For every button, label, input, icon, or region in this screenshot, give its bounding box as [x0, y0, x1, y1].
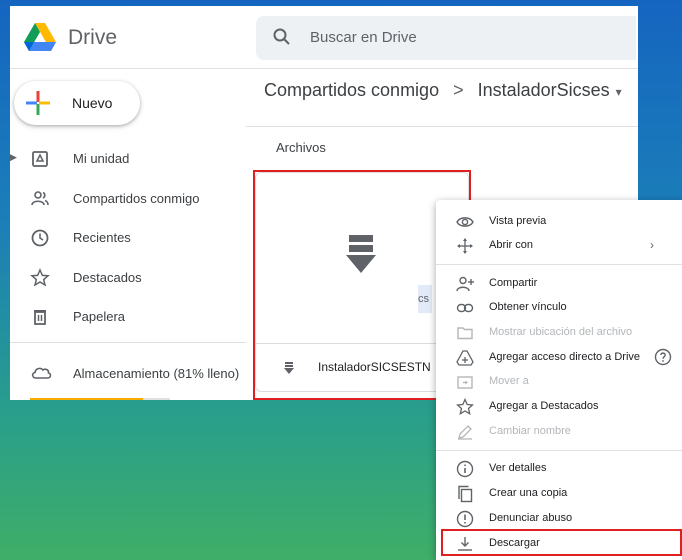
menu-item-copy[interactable]: Crear una copia: [436, 482, 682, 506]
sidebar-item-label: Recientes: [73, 230, 131, 245]
storage-progress-fill: [30, 398, 144, 400]
menu-item-open-with[interactable]: Abrir con ›: [436, 234, 682, 258]
drive-logo-icon[interactable]: [24, 23, 56, 51]
chevron-down-icon[interactable]: ▾: [616, 85, 622, 99]
help-icon[interactable]: [654, 348, 672, 366]
menu-item-label: Obtener vínculo: [489, 301, 567, 313]
plus-icon: [26, 91, 50, 115]
add-shortcut-icon: [456, 350, 474, 366]
menu-item-label: Agregar a Destacados: [489, 400, 599, 412]
sidebar-item-trash[interactable]: Papelera: [10, 297, 246, 337]
menu-item-label: Compartir: [489, 277, 538, 289]
expand-caret-icon[interactable]: ▶: [10, 152, 17, 163]
menu-item-show-location: Mostrar ubicación del archivo: [436, 321, 682, 345]
menu-item-preview[interactable]: Vista previa: [436, 210, 682, 234]
move-arrows-icon: [457, 238, 473, 254]
trash-icon: [34, 310, 46, 325]
sidebar-item-shared[interactable]: Compartidos conmigo: [10, 179, 246, 219]
menu-item-label: Cambiar nombre: [489, 425, 571, 437]
menu-item-add-shortcut[interactable]: Agregar acceso directo a Drive: [436, 346, 682, 370]
link-icon: [456, 303, 474, 313]
sidebar-item-recent[interactable]: Recientes: [10, 218, 246, 258]
sidebar-item-storage[interactable]: Almacenamiento (81% lleno): [10, 358, 246, 388]
menu-item-move-to: Mover a: [436, 370, 682, 394]
new-button[interactable]: Nuevo: [14, 81, 140, 125]
download-highlight-box: [441, 529, 682, 556]
move-to-icon: [457, 376, 473, 389]
menu-divider: [436, 450, 682, 451]
section-title: Archivos: [276, 140, 326, 155]
chevron-right-icon: ›: [650, 238, 654, 252]
storage-progress-bar: [30, 398, 170, 400]
star-icon: [30, 267, 50, 287]
top-bar: Drive Buscar en Drive: [10, 6, 638, 69]
sidebar-item-label: Mi unidad: [73, 151, 130, 166]
menu-item-label: Crear una copia: [489, 487, 568, 499]
menu-item-add-starred[interactable]: Agregar a Destacados: [436, 395, 682, 419]
menu-item-details[interactable]: Ver detalles: [436, 457, 682, 481]
clock-icon: [31, 229, 49, 247]
menu-item-label: Mostrar ubicación del archivo: [489, 326, 633, 338]
header-divider: [246, 126, 638, 127]
menu-item-label: Mover a: [489, 375, 529, 387]
shared-icon: [31, 190, 49, 205]
pencil-icon: [458, 425, 472, 440]
breadcrumb: Compartidos conmigo > InstaladorSicses ▾: [264, 80, 622, 101]
menu-item-rename: Cambiar nombre: [436, 420, 682, 444]
context-menu: Vista previa Abrir con › Compartir Obten…: [436, 200, 682, 560]
eye-icon: [456, 217, 474, 227]
menu-item-label: Abrir con: [489, 239, 534, 251]
breadcrumb-current[interactable]: InstaladorSicses: [478, 80, 610, 100]
info-icon: [456, 460, 474, 478]
storage-label: Almacenamiento (81% lleno): [73, 366, 240, 381]
new-button-label: Nuevo: [72, 95, 113, 111]
sidebar-divider: [10, 342, 246, 343]
breadcrumb-separator: >: [453, 80, 464, 100]
search-bar[interactable]: Buscar en Drive: [256, 16, 636, 60]
my-drive-icon: [32, 151, 48, 167]
sidebar-item-label: Papelera: [73, 309, 126, 324]
menu-item-report-abuse[interactable]: Denunciar abuso: [436, 507, 682, 531]
menu-divider: [436, 264, 682, 265]
star-icon: [456, 398, 474, 416]
folder-icon: [457, 327, 473, 340]
sidebar-item-my-drive[interactable]: ▶ Mi unidad: [10, 139, 246, 179]
search-input[interactable]: Buscar en Drive: [310, 29, 417, 46]
menu-item-label: Vista previa: [489, 215, 547, 227]
sidebar-item-label: Destacados: [73, 269, 142, 285]
sidebar-nav: ▶ Mi unidad Compartidos conmigo Reciente…: [10, 139, 246, 337]
menu-item-share[interactable]: Compartir: [436, 272, 682, 296]
report-icon: [456, 510, 474, 528]
menu-item-label: Denunciar abuso: [489, 512, 573, 524]
copy-icon: [458, 485, 473, 503]
person-add-icon: [456, 276, 474, 292]
breadcrumb-parent[interactable]: Compartidos conmigo: [264, 80, 439, 100]
cloud-icon: [31, 367, 52, 379]
menu-item-get-link[interactable]: Obtener vínculo: [436, 296, 682, 320]
search-icon[interactable]: [272, 27, 292, 47]
menu-item-label: Ver detalles: [489, 462, 547, 474]
menu-item-label: Agregar acceso directo a Drive: [489, 351, 641, 363]
sidebar-item-starred[interactable]: Destacados: [10, 258, 246, 298]
sidebar-item-label: Compartidos conmigo: [73, 190, 200, 206]
brand-name: Drive: [68, 26, 118, 49]
